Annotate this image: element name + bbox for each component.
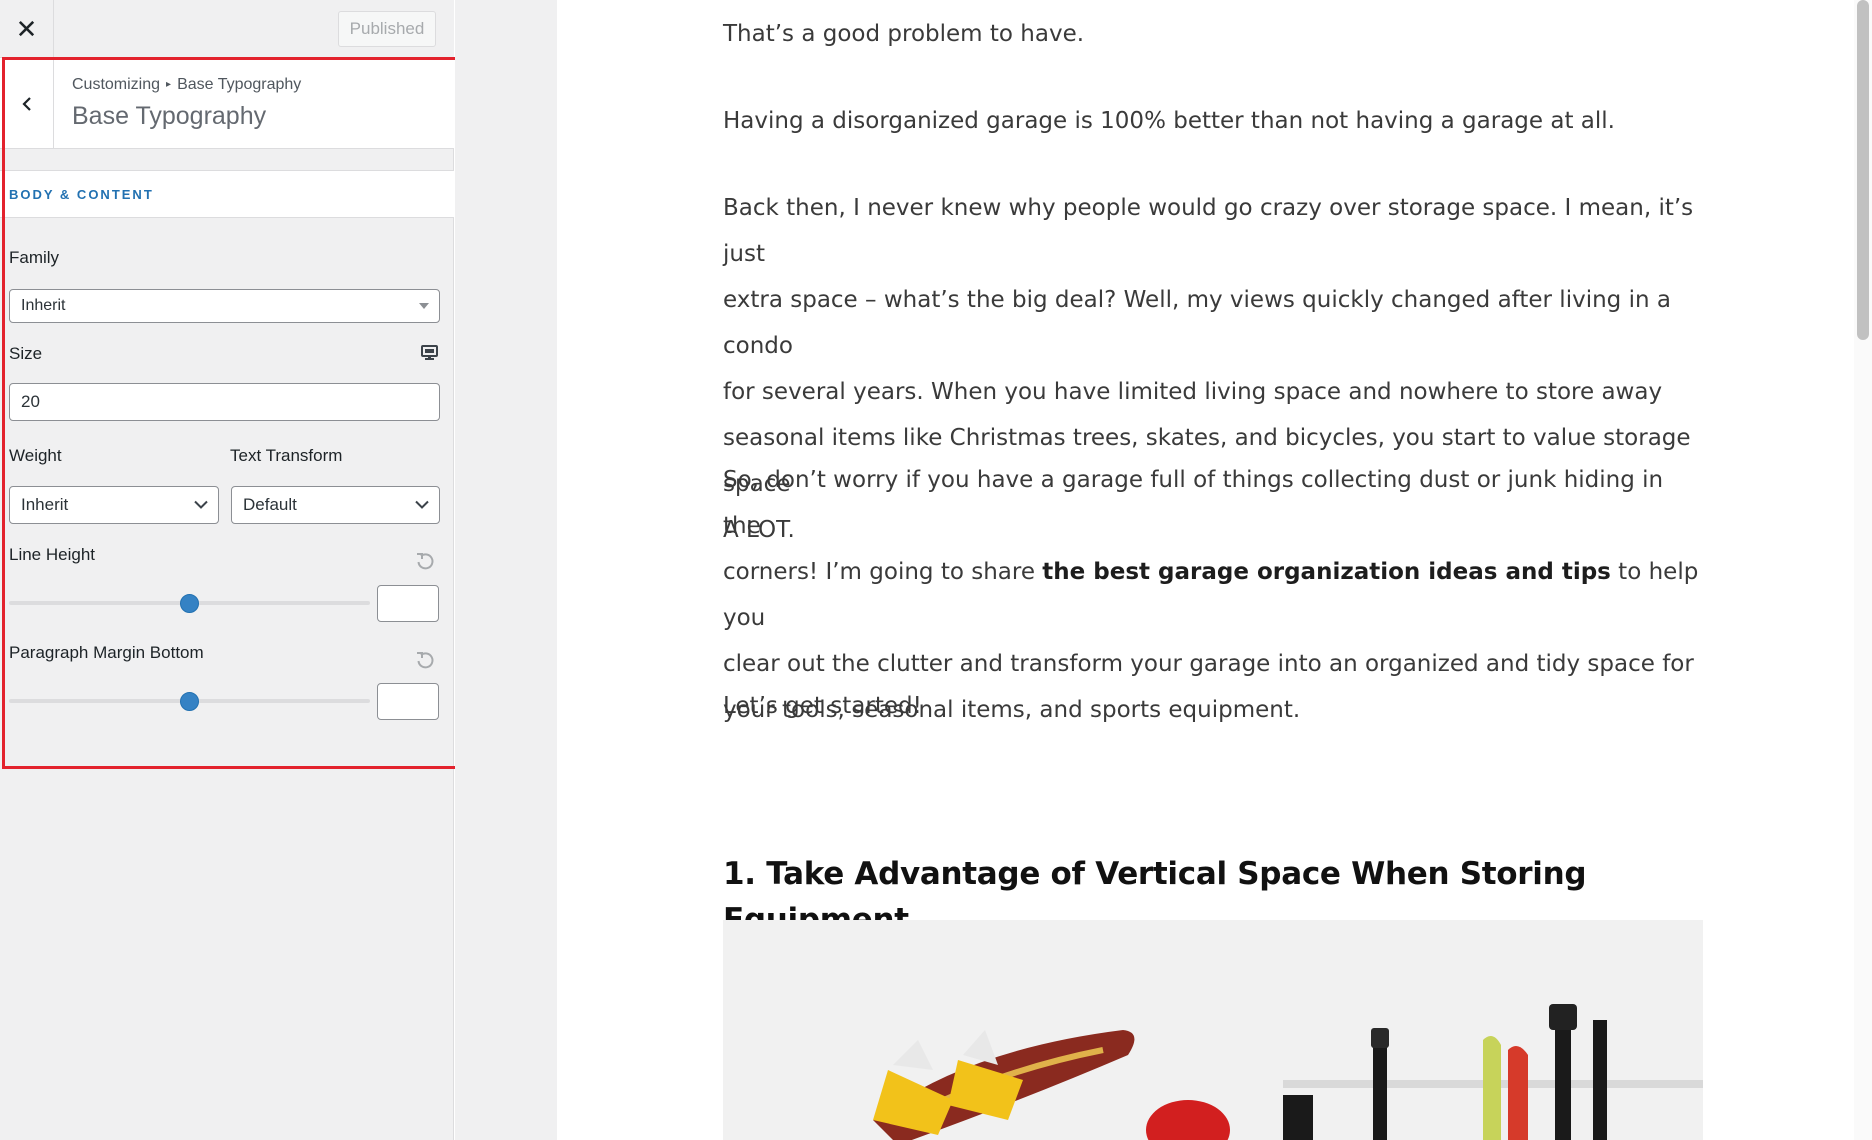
family-label: Family [9,248,60,267]
text-transform-label: Text Transform [230,446,343,465]
paragraph-margin-reset-icon[interactable] [415,650,435,670]
paragraph-line: So, don’t worry if you have a garage ful… [723,467,1664,539]
breadcrumb: Customizing ▸ Base Typography [72,76,301,94]
chevron-down-icon [415,500,429,509]
paragraph: Let’s get started! [723,693,922,719]
section-title: Base Typography [72,102,267,130]
breadcrumb-current: Base Typography [177,76,302,93]
section-header: Customizing ▸ Base Typography Base Typogra… [0,58,454,149]
size-label: Size [9,344,43,363]
size-value: 20 [21,392,40,411]
preview-scrollbar-thumb[interactable] [1857,0,1869,340]
close-button[interactable]: ✕ [0,0,54,58]
weight-select[interactable]: Inherit [9,486,219,524]
chevron-left-icon [21,96,31,111]
breadcrumb-separator: ▸ [166,79,172,90]
line-height-input[interactable] [377,585,439,622]
weight-value: Inherit [21,495,69,514]
paragraph-margin-input[interactable] [377,683,439,720]
customizer-sidebar: ✕ Published Customizing ▸ Base Typography … [0,0,454,1140]
paragraph-line: corners! I’m going to share the best gar… [723,549,1703,641]
desktop-icon[interactable] [421,345,438,361]
text-transform-value: Default [243,495,297,514]
paragraph-line: clear out the clutter and transform your… [723,651,1694,677]
customizer-topbar: ✕ Published [0,0,454,58]
garage-equipment-photo [723,920,1703,1140]
size-input[interactable]: 20 [9,383,440,421]
family-value: Inherit [21,297,66,314]
bold-text: the best garage organization ideas and t… [1042,559,1611,585]
paragraph-margin-slider-handle[interactable] [180,692,199,711]
close-icon: ✕ [15,13,38,44]
photo-illustration [723,920,1703,1140]
publish-button[interactable]: Published [338,11,436,47]
back-button[interactable] [0,58,54,149]
paragraph-line: for several years. When you have limited… [723,379,1663,405]
paragraph-margin-label: Paragraph Margin Bottom [9,643,204,662]
line-height-reset-icon[interactable] [415,551,435,571]
site-preview: That’s a good problem to have. Having a … [557,0,1872,1140]
group-header: BODY & CONTENT [0,170,454,218]
line-height-label: Line Height [9,545,96,564]
paragraph: That’s a good problem to have. [723,21,1085,47]
chevron-down-icon [194,500,208,509]
text-transform-select[interactable]: Default [231,486,440,524]
line-height-slider-handle[interactable] [180,594,199,613]
preview-scrollbar[interactable] [1854,0,1872,1140]
paragraph: Having a disorganized garage is 100% bet… [723,108,1615,134]
paragraph-line: extra space – what’s the big deal? Well,… [723,287,1671,359]
paragraph-line: Back then, I never knew why people would… [723,195,1694,267]
preview-gutter [455,0,557,1140]
breadcrumb-root: Customizing [72,76,161,93]
paragraph-text: corners! I’m going to share [723,559,1043,585]
caret-down-icon [419,303,429,309]
group-title: BODY & CONTENT [9,187,154,202]
weight-label: Weight [9,446,62,465]
family-select[interactable]: Inherit [9,289,440,323]
